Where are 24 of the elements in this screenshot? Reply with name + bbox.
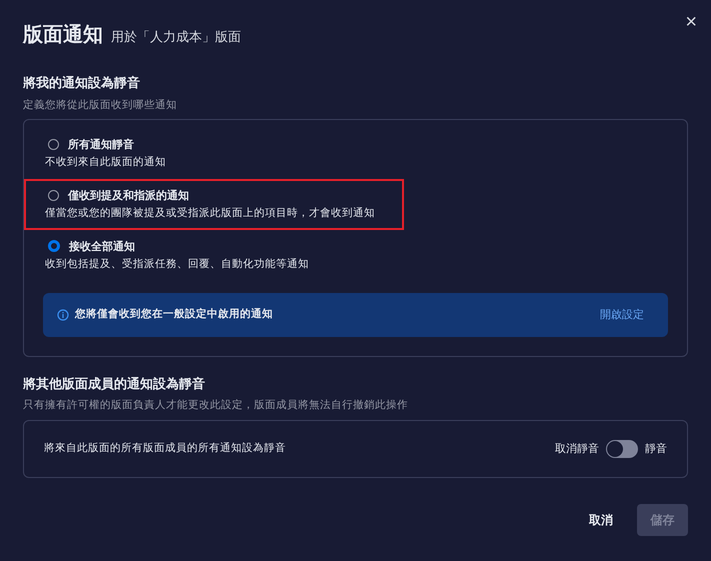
unmute-label: 取消靜音 <box>555 442 599 456</box>
setting-label: 將來自此版面的所有版面成員的所有通知設為靜音 <box>44 442 287 456</box>
section-description: 定義您將從此版面收到哪些通知 <box>23 98 178 112</box>
radio-button[interactable] <box>48 190 59 202</box>
mute-label: 靜音 <box>645 442 667 456</box>
radio-button[interactable] <box>48 240 60 252</box>
cancel-button[interactable]: 取消 <box>583 504 619 537</box>
section-heading: 將其他版面成員的通知設為靜音 <box>23 376 206 392</box>
option-description: 收到包括提及、受指派任務、回覆、自動化功能等通知 <box>45 258 310 271</box>
dialog-subtitle: 用於「人力成本」版面 <box>111 30 241 46</box>
mute-toggle[interactable] <box>606 440 638 458</box>
close-button[interactable]: × <box>681 10 701 34</box>
option-label: 接收全部通知 <box>69 240 135 253</box>
dialog-title: 版面通知 <box>23 22 103 46</box>
option-description: 僅當您或您的團隊被提及或受指派此版面上的項目時，才會收到通知 <box>45 207 376 220</box>
radio-button[interactable] <box>48 139 59 150</box>
settings-link[interactable]: 開啟設定 <box>600 308 644 322</box>
section-description: 只有擁有許可權的版面負責人才能更改此設定，版面成員將無法自行撤銷此操作 <box>23 399 409 412</box>
option-description: 不收到來自此版面的通知 <box>45 156 167 169</box>
info-icon <box>57 308 69 321</box>
option-label: 所有通知靜音 <box>68 138 134 152</box>
option-label: 僅收到提及和指派的通知 <box>68 188 189 202</box>
section-heading: 將我的通知設為靜音 <box>23 76 141 92</box>
info-text: 您將僅會收到您在一般設定中啟用的通知 <box>75 308 274 321</box>
